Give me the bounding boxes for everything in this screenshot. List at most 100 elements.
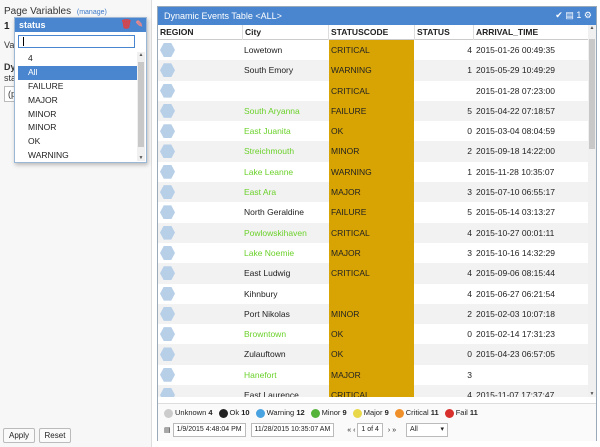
dropdown-option[interactable]: MINOR bbox=[18, 121, 137, 135]
status-cell: 5 bbox=[467, 105, 472, 116]
legend-item[interactable]: Fail 11 bbox=[444, 404, 478, 421]
clear-icon[interactable]: 🗑 bbox=[121, 19, 132, 30]
apply-button[interactable]: Apply bbox=[3, 428, 36, 443]
statuscode-cell: CRITICAL bbox=[329, 80, 414, 101]
column-header-statuscode[interactable]: STATUSCODE bbox=[329, 25, 415, 40]
table-row[interactable]: East Ara MAJOR 3 2015-07-10 06:55:17 bbox=[158, 182, 588, 203]
legend-item[interactable]: Ok 10 bbox=[218, 404, 250, 421]
table-row[interactable]: Lake Noemie MAJOR 3 2015-10-16 14:32:29 bbox=[158, 242, 588, 264]
column-header-arrival-time[interactable]: ARRIVAL_TIME bbox=[474, 25, 588, 40]
scrollbar-thumb[interactable] bbox=[589, 39, 595, 149]
status-cell: 0 bbox=[467, 126, 472, 137]
date-range-end[interactable]: 11/28/2015 10:35:07 AM bbox=[250, 423, 335, 438]
legend-label: Warning bbox=[266, 408, 295, 417]
table-row[interactable]: Zulauftown OK 0 2015-04-23 06:57:05 bbox=[158, 344, 588, 365]
legend-item[interactable]: Warning 12 bbox=[255, 404, 305, 421]
dropdown-option[interactable]: MINOR bbox=[18, 108, 137, 122]
manage-link[interactable]: (manage) bbox=[77, 9, 107, 16]
dropdown-option[interactable]: All bbox=[18, 65, 137, 80]
edit-icon[interactable]: ✎ bbox=[135, 19, 143, 30]
city-cell: Hanefort bbox=[244, 369, 277, 380]
region-cell bbox=[158, 101, 242, 121]
filter-select-value: All bbox=[410, 426, 418, 434]
table-row[interactable]: North Geraldine FAILURE 5 2015-05-14 03:13:… bbox=[158, 202, 588, 223]
major-icon bbox=[352, 408, 362, 418]
column-header-status[interactable]: STATUS bbox=[415, 25, 474, 40]
dropdown-option[interactable]: OK bbox=[18, 135, 137, 149]
check-circle-icon[interactable]: ✔ bbox=[555, 10, 563, 20]
next-page-icon[interactable]: › bbox=[388, 427, 390, 434]
legend-count: 9 bbox=[342, 408, 347, 417]
city-cell: Lowetown bbox=[244, 45, 283, 55]
table-row[interactable]: East Ludwig CRITICAL 4 2015-09-06 08:15:44 bbox=[158, 263, 588, 284]
scroll-down-icon[interactable]: ▼ bbox=[588, 391, 596, 397]
page-indicator[interactable]: 1 of 4 bbox=[357, 423, 383, 438]
dropdown-option[interactable]: MAJOR bbox=[18, 94, 137, 108]
dropdown-scrollbar[interactable]: ▲ ▼ bbox=[137, 52, 145, 161]
statuscode-cell: WARNING bbox=[329, 161, 414, 183]
legend-item[interactable]: Unknown 4 bbox=[164, 404, 213, 421]
table-row[interactable]: Lowetown CRITICAL 4 2015-01-26 00:49:35 bbox=[158, 40, 588, 61]
table-row[interactable]: Hanefort MAJOR 3 bbox=[158, 364, 588, 386]
table-row[interactable]: Port Nikolas MINOR 2 2015-02-03 10:07:18 bbox=[158, 303, 588, 325]
legend-item[interactable]: Critical 11 bbox=[394, 404, 439, 421]
arrival-time-cell: 2015-10-27 00:01:11 bbox=[476, 227, 555, 238]
scrollbar-thumb[interactable] bbox=[138, 62, 144, 147]
table-row[interactable]: Streichmouth MINOR 2 2015-09-18 14:22:00 bbox=[158, 141, 588, 162]
legend-item[interactable]: Minor 9 bbox=[310, 404, 347, 421]
status-dropdown: status 🗑 ✎ 4 All FAILURE MAJOR MINOR MINOR OK W… bbox=[14, 17, 147, 163]
scroll-up-icon[interactable]: ▲ bbox=[137, 52, 145, 58]
prev-page-icon[interactable]: ‹ bbox=[353, 427, 355, 434]
panel-title: Dynamic Events Table <ALL> bbox=[164, 11, 282, 21]
region-hexagon-icon bbox=[160, 144, 175, 159]
statuscode-cell: CRITICAL bbox=[329, 263, 414, 284]
dropdown-header: status 🗑 ✎ bbox=[15, 18, 146, 32]
ok-icon bbox=[218, 408, 228, 418]
filter-select[interactable]: All ▾ bbox=[406, 423, 449, 438]
calendar-icon[interactable]: ▤ bbox=[565, 10, 574, 20]
calendar-icon[interactable]: ▤ bbox=[164, 427, 171, 434]
table-row[interactable]: Browntown OK 0 2015-02-14 17:31:23 bbox=[158, 324, 588, 345]
legend-label: Unknown bbox=[175, 408, 207, 417]
region-hexagon-icon bbox=[160, 286, 175, 301]
scroll-up-icon[interactable]: ▲ bbox=[588, 25, 596, 31]
dropdown-option[interactable]: WARNING bbox=[18, 149, 137, 163]
region-cell bbox=[158, 182, 242, 202]
table-row[interactable]: Lake Leanne WARNING 1 2015-11-28 10:35:07 bbox=[158, 161, 588, 183]
status-cell: 3 bbox=[467, 369, 472, 380]
gear-icon[interactable]: ⚙ bbox=[584, 10, 592, 20]
dropdown-option[interactable]: FAILURE bbox=[18, 80, 137, 94]
chevron-down-icon: ▾ bbox=[440, 426, 445, 434]
table-row[interactable]: South Emory WARNING 1 2015-05-29 10:49:29 bbox=[158, 60, 588, 81]
column-header-city[interactable]: City bbox=[243, 25, 329, 40]
table-row[interactable]: Powlowskihaven CRITICAL 4 2015-10-27 00:01:… bbox=[158, 222, 588, 243]
last-page-icon[interactable]: » bbox=[392, 427, 396, 434]
warning-icon bbox=[255, 408, 265, 418]
region-cell bbox=[158, 365, 242, 385]
table-row[interactable]: South Aryanna FAILURE 5 2015-04-22 07:18:57 bbox=[158, 100, 588, 122]
status-cell: 1 bbox=[467, 65, 472, 76]
region-cell bbox=[158, 304, 242, 324]
arrival-time-cell: 2015-03-04 08:04:59 bbox=[476, 126, 555, 137]
scroll-down-icon[interactable]: ▼ bbox=[137, 155, 145, 161]
dropdown-option[interactable]: 4 bbox=[18, 52, 137, 66]
arrival-time-cell: 2015-02-14 17:31:23 bbox=[476, 329, 555, 340]
first-page-icon[interactable]: « bbox=[347, 427, 351, 434]
dropdown-search-input[interactable] bbox=[18, 35, 135, 48]
city-cell: Streichmouth bbox=[244, 146, 295, 157]
arrival-time-cell: 2015-05-29 10:49:29 bbox=[476, 65, 555, 76]
table-row[interactable]: CRITICAL 2015-01-28 07:23:00 bbox=[158, 80, 588, 101]
table-scrollbar[interactable]: ▲ ▼ bbox=[588, 25, 596, 397]
region-cell bbox=[158, 40, 242, 60]
table-row[interactable]: East Laurence CRITICAL 4 2015-11-07 17:37:4… bbox=[158, 385, 588, 397]
date-range-start[interactable]: 1/9/2015 4:48:04 PM bbox=[172, 423, 246, 438]
page-variables-header: Page Variables (manage) bbox=[4, 6, 107, 17]
column-header-region[interactable]: REGION bbox=[158, 25, 243, 40]
table-row[interactable]: East Juanita OK 0 2015-03-04 08:04:59 bbox=[158, 121, 588, 142]
section-number: 1 bbox=[4, 21, 10, 32]
region-hexagon-icon bbox=[160, 83, 175, 98]
table-row[interactable]: Kihnbury 4 2015-06-27 06:21:54 bbox=[158, 283, 588, 304]
reset-button[interactable]: Reset bbox=[38, 428, 72, 443]
legend-item[interactable]: Major 9 bbox=[352, 404, 389, 421]
text-cursor bbox=[23, 37, 24, 46]
